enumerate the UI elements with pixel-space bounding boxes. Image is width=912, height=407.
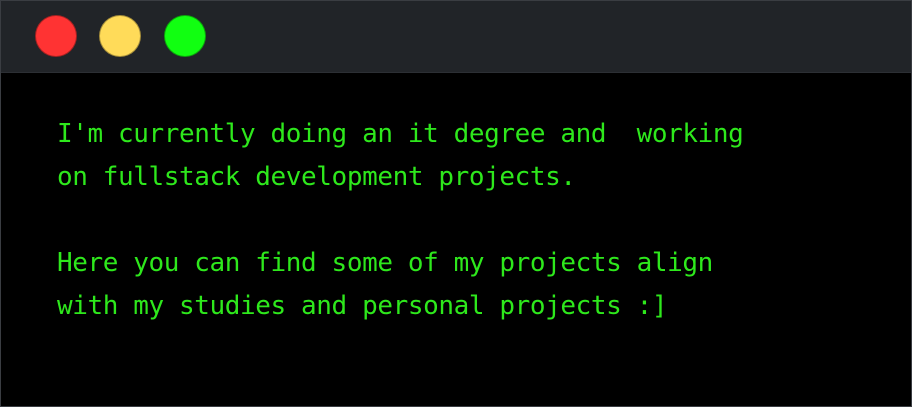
window-titlebar[interactable] [1, 1, 911, 73]
terminal-window: I'm currently doing an it degree and wor… [0, 0, 912, 407]
projects-line-1: Here you can find some of my projects al… [57, 248, 713, 278]
projects-line-2: with my studies and personal projects :] [57, 291, 668, 321]
terminal-output: I'm currently doing an it degree and wor… [57, 113, 857, 328]
minimize-window-button[interactable] [99, 15, 141, 57]
maximize-window-button[interactable] [164, 15, 206, 57]
intro-line-1: I'm currently doing an it degree and wor… [57, 119, 744, 149]
close-window-button[interactable] [35, 15, 77, 57]
intro-paragraph: I'm currently doing an it degree and wor… [57, 113, 857, 199]
projects-paragraph: Here you can find some of my projects al… [57, 242, 857, 328]
intro-line-2: on fullstack development projects. [57, 162, 576, 192]
